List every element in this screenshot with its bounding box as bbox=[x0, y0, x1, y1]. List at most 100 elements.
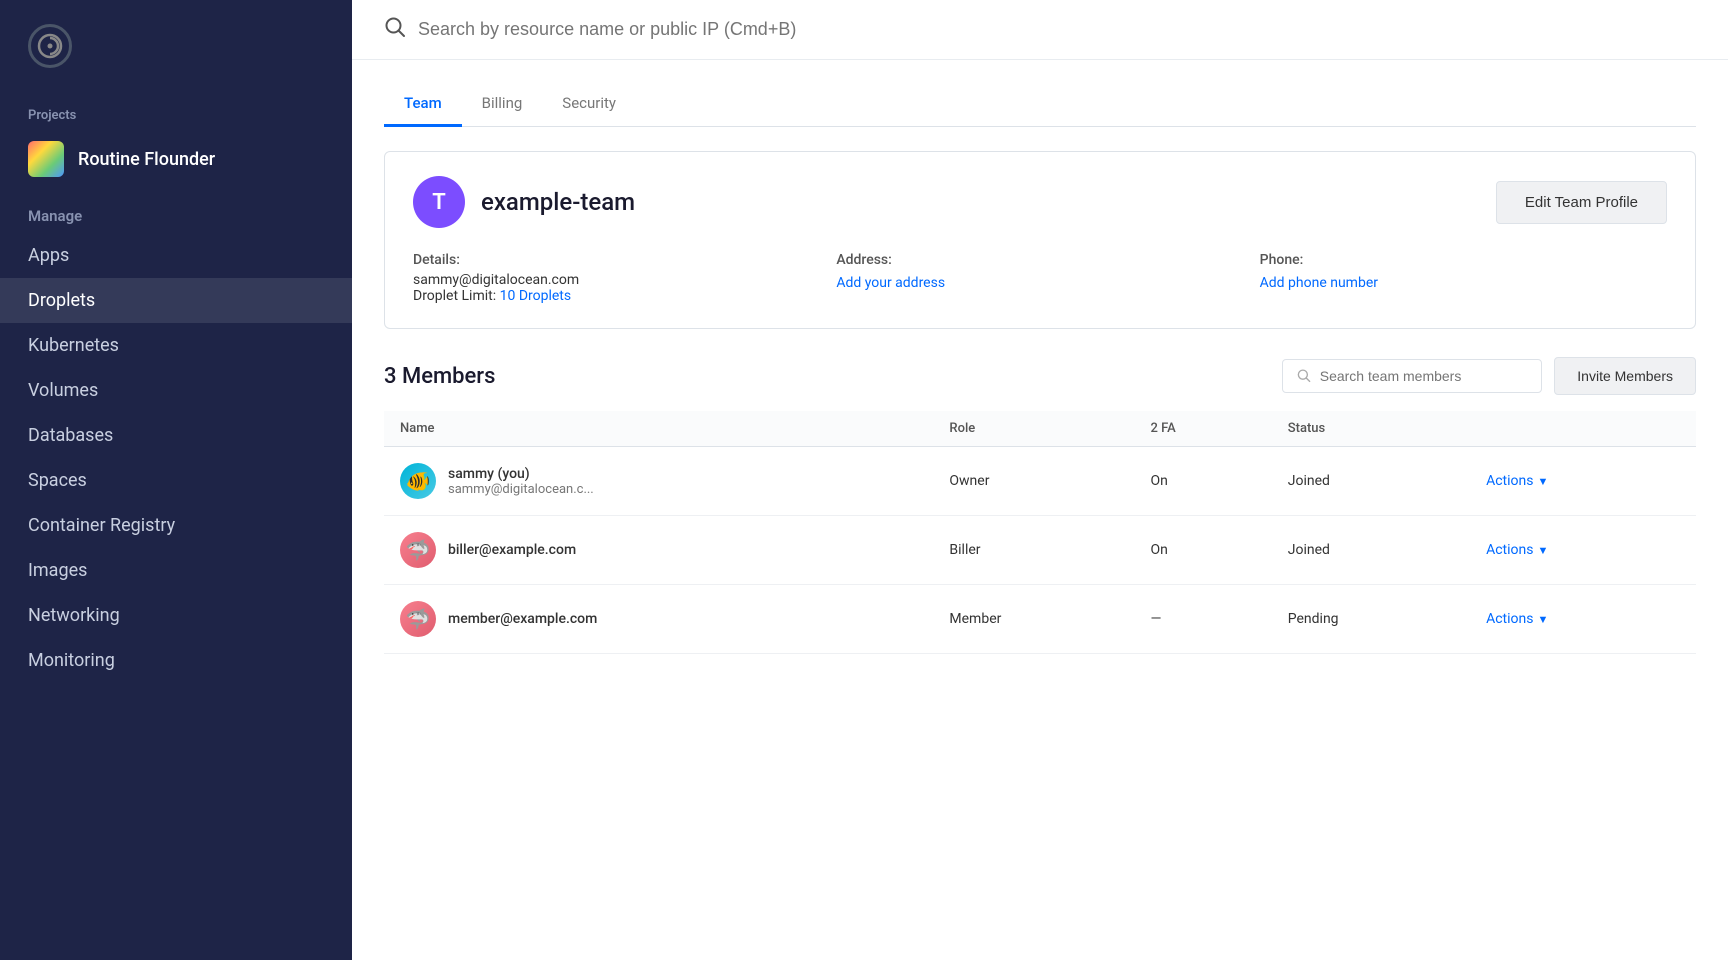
search-icon bbox=[384, 16, 406, 43]
col-header-role: Role bbox=[933, 411, 1134, 447]
sidebar-item-monitoring[interactable]: Monitoring bbox=[0, 638, 352, 683]
sidebar-item-networking[interactable]: Networking bbox=[0, 593, 352, 638]
team-details-row: Details: sammy@digitalocean.com Droplet … bbox=[413, 252, 1667, 304]
sidebar-item-label-networking: Networking bbox=[28, 605, 120, 626]
member-actions-cell[interactable]: Actions ▼ bbox=[1470, 516, 1696, 585]
tab-team[interactable]: Team bbox=[384, 84, 462, 127]
member-avatar: 🦈 bbox=[400, 532, 436, 568]
member-info-name: sammy (you) bbox=[448, 466, 594, 482]
sidebar-item-label-databases: Databases bbox=[28, 425, 113, 446]
add-phone-link[interactable]: Add phone number bbox=[1260, 275, 1378, 291]
chevron-down-icon: ▼ bbox=[1537, 613, 1548, 626]
member-info: biller@example.com bbox=[448, 542, 576, 558]
details-label: Details: bbox=[413, 252, 820, 268]
sidebar-item-label-spaces: Spaces bbox=[28, 470, 87, 491]
members-table: Name Role 2 FA Status 🐠 sammy (you) samm… bbox=[384, 411, 1696, 654]
member-role-cell: Owner bbox=[933, 447, 1134, 516]
member-info: sammy (you) sammy@digitalocean.c... bbox=[448, 466, 594, 497]
sidebar-item-label-images: Images bbox=[28, 560, 87, 581]
member-avatar: 🦈 bbox=[400, 601, 436, 637]
sidebar-item-images[interactable]: Images bbox=[0, 548, 352, 593]
add-address-link[interactable]: Add your address bbox=[836, 275, 945, 291]
member-two-fa-cell: On bbox=[1135, 516, 1272, 585]
sidebar-item-label-monitoring: Monitoring bbox=[28, 650, 115, 671]
address-label: Address: bbox=[836, 252, 1243, 268]
manage-label: Manage bbox=[0, 187, 352, 233]
projects-label: Projects bbox=[0, 88, 352, 131]
actions-link[interactable]: Actions ▼ bbox=[1486, 473, 1680, 489]
member-name-cell: 🐠 sammy (you) sammy@digitalocean.c... bbox=[384, 447, 933, 516]
actions-link[interactable]: Actions ▼ bbox=[1486, 542, 1680, 558]
phone-section: Phone: Add phone number bbox=[1260, 252, 1667, 304]
edit-team-profile-button[interactable]: Edit Team Profile bbox=[1496, 181, 1667, 224]
member-two-fa-cell: — bbox=[1135, 585, 1272, 654]
chevron-down-icon: ▼ bbox=[1537, 475, 1548, 488]
sidebar-item-label-volumes: Volumes bbox=[28, 380, 98, 401]
table-row: 🐠 sammy (you) sammy@digitalocean.c... Ow… bbox=[384, 447, 1696, 516]
member-actions-cell[interactable]: Actions ▼ bbox=[1470, 585, 1696, 654]
member-name-cell: 🦈 member@example.com bbox=[384, 585, 933, 654]
team-name: example-team bbox=[481, 188, 635, 216]
member-avatar: 🐠 bbox=[400, 463, 436, 499]
members-search-input[interactable] bbox=[1320, 368, 1528, 384]
sidebar-item-label-kubernetes: Kubernetes bbox=[28, 335, 119, 356]
invite-members-button[interactable]: Invite Members bbox=[1554, 357, 1696, 395]
member-name-cell: 🦈 biller@example.com bbox=[384, 516, 933, 585]
member-role-cell: Biller bbox=[933, 516, 1134, 585]
members-section: 3 Members Invite Members Name bbox=[384, 357, 1696, 654]
sidebar-item-container-registry[interactable]: Container Registry bbox=[0, 503, 352, 548]
sidebar-item-kubernetes[interactable]: Kubernetes bbox=[0, 323, 352, 368]
member-cell: 🐠 sammy (you) sammy@digitalocean.c... bbox=[400, 463, 917, 499]
table-header: Name Role 2 FA Status bbox=[384, 411, 1696, 447]
content-area: Team Billing Security T example-team Edi… bbox=[352, 60, 1728, 960]
member-status-cell: Joined bbox=[1272, 516, 1470, 585]
sidebar-item-label-droplets: Droplets bbox=[28, 290, 95, 311]
member-info-name: member@example.com bbox=[448, 611, 597, 627]
tab-security[interactable]: Security bbox=[542, 84, 636, 127]
logo-icon bbox=[28, 24, 72, 68]
project-routine-flounder[interactable]: Routine Flounder bbox=[0, 131, 352, 187]
col-header-actions bbox=[1470, 411, 1696, 447]
table-row: 🦈 biller@example.com BillerOnJoined Actio… bbox=[384, 516, 1696, 585]
table-row: 🦈 member@example.com Member—Pending Actio… bbox=[384, 585, 1696, 654]
member-cell: 🦈 member@example.com bbox=[400, 601, 917, 637]
sidebar-item-droplets[interactable]: Droplets bbox=[0, 278, 352, 323]
member-info-email: sammy@digitalocean.c... bbox=[448, 482, 594, 497]
sidebar-item-databases[interactable]: Databases bbox=[0, 413, 352, 458]
tabs: Team Billing Security bbox=[384, 84, 1696, 127]
members-tbody: 🐠 sammy (you) sammy@digitalocean.c... Ow… bbox=[384, 447, 1696, 654]
droplet-limit-row: Droplet Limit: 10 Droplets bbox=[413, 288, 820, 304]
sidebar-item-label-apps: Apps bbox=[28, 245, 69, 266]
main-content: Team Billing Security T example-team Edi… bbox=[352, 0, 1728, 960]
member-role-cell: Member bbox=[933, 585, 1134, 654]
sidebar-item-volumes[interactable]: Volumes bbox=[0, 368, 352, 413]
actions-link[interactable]: Actions ▼ bbox=[1486, 611, 1680, 627]
droplet-limit-link[interactable]: 10 Droplets bbox=[500, 288, 571, 304]
sidebar-item-spaces[interactable]: Spaces bbox=[0, 458, 352, 503]
col-header-status: Status bbox=[1272, 411, 1470, 447]
details-email: sammy@digitalocean.com bbox=[413, 272, 820, 288]
member-status-cell: Pending bbox=[1272, 585, 1470, 654]
member-cell: 🦈 biller@example.com bbox=[400, 532, 917, 568]
members-search-icon bbox=[1297, 368, 1311, 384]
member-info-name: biller@example.com bbox=[448, 542, 576, 558]
address-section: Address: Add your address bbox=[836, 252, 1243, 304]
details-section: Details: sammy@digitalocean.com Droplet … bbox=[413, 252, 820, 304]
sidebar-item-label-container-registry: Container Registry bbox=[28, 515, 175, 536]
sidebar-logo bbox=[0, 0, 352, 88]
droplet-limit-text: Droplet Limit: bbox=[413, 288, 496, 304]
search-bar bbox=[352, 0, 1728, 60]
members-count-title: 3 Members bbox=[384, 364, 495, 389]
search-input[interactable] bbox=[418, 19, 1696, 40]
col-header-name: Name bbox=[384, 411, 933, 447]
phone-label: Phone: bbox=[1260, 252, 1667, 268]
members-search-input-wrap bbox=[1282, 359, 1542, 393]
sidebar-item-apps[interactable]: Apps bbox=[0, 233, 352, 278]
project-name: Routine Flounder bbox=[78, 149, 215, 170]
project-icon bbox=[28, 141, 64, 177]
col-header-two-fa: 2 FA bbox=[1135, 411, 1272, 447]
member-actions-cell[interactable]: Actions ▼ bbox=[1470, 447, 1696, 516]
tab-billing[interactable]: Billing bbox=[462, 84, 543, 127]
member-two-fa-cell: On bbox=[1135, 447, 1272, 516]
members-header: 3 Members Invite Members bbox=[384, 357, 1696, 395]
